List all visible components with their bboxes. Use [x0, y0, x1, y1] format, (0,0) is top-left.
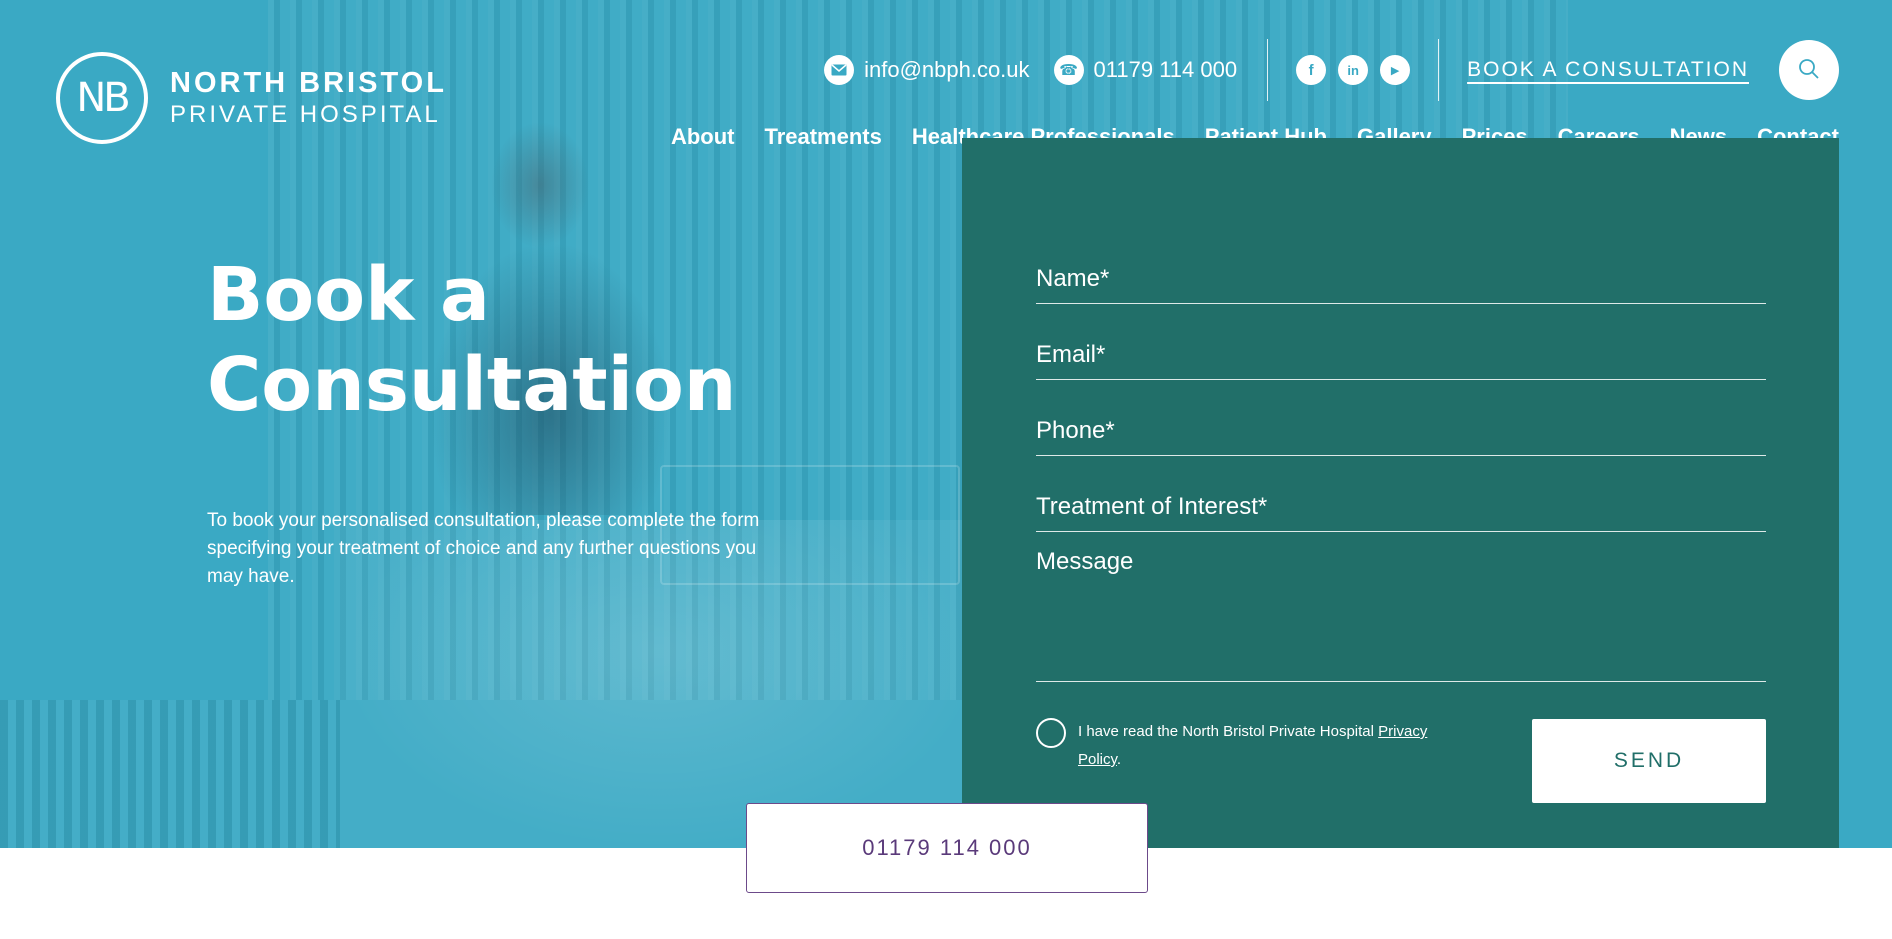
title-line-2: Consultation	[207, 342, 737, 428]
phone-link[interactable]: ☎ 01179 114 000	[1053, 55, 1238, 85]
nav-treatments[interactable]: Treatments	[764, 124, 881, 150]
phone-field[interactable]	[1036, 380, 1766, 455]
logo-line-1: NORTH BRISTOL	[170, 67, 447, 99]
divider	[1438, 39, 1440, 101]
nav-about[interactable]: About	[671, 124, 735, 150]
logo-line-2: PRIVATE HOSPITAL	[170, 101, 441, 128]
email-field-wrapper	[1036, 304, 1766, 380]
top-bar: info@nbph.co.uk ☎ 01179 114 000 f in ▶ B…	[824, 39, 1839, 101]
name-field[interactable]	[1036, 228, 1766, 303]
search-icon	[1798, 58, 1820, 83]
footer-phone-button[interactable]: 01179 114 000	[746, 803, 1148, 893]
treatment-field[interactable]	[1036, 456, 1766, 531]
phone-field-wrapper	[1036, 380, 1766, 456]
privacy-consent: I have read the North Bristol Private Ho…	[1036, 718, 1456, 774]
email-link[interactable]: info@nbph.co.uk	[824, 55, 1030, 85]
treatment-field-wrapper	[1036, 456, 1766, 532]
site-logo[interactable]: NB NORTH BRISTOL PRIVATE HOSPITAL	[56, 52, 447, 144]
logo-mark: NB	[56, 52, 148, 144]
send-button[interactable]: SEND	[1532, 719, 1766, 803]
message-field[interactable]	[1036, 538, 1766, 681]
search-button[interactable]	[1779, 40, 1839, 100]
title-line-1: Book a	[207, 252, 490, 338]
youtube-icon[interactable]: ▶	[1380, 55, 1411, 85]
phone-icon: ☎	[1053, 55, 1084, 85]
email-field[interactable]	[1036, 304, 1766, 379]
email-text: info@nbph.co.uk	[864, 57, 1030, 82]
intro-text: To book your personalised consultation, …	[207, 510, 760, 587]
facebook-icon[interactable]: f	[1296, 55, 1327, 85]
consent-prefix: I have read the North Bristol Private Ho…	[1078, 723, 1379, 740]
page-title: Book a Consultation	[207, 250, 737, 430]
social-links: f in ▶	[1296, 55, 1411, 85]
background-desk	[0, 700, 340, 848]
message-field-wrapper	[1036, 538, 1766, 682]
phone-text: 01179 114 000	[1093, 57, 1238, 82]
book-consultation-link[interactable]: BOOK A CONSULTATION	[1467, 58, 1749, 82]
name-field-wrapper	[1036, 228, 1766, 304]
divider	[1267, 39, 1269, 101]
linkedin-icon[interactable]: in	[1338, 55, 1369, 85]
logo-text: NORTH BRISTOL PRIVATE HOSPITAL	[170, 66, 447, 130]
consultation-form: I have read the North Bristol Private Ho…	[962, 138, 1839, 848]
envelope-icon	[824, 55, 855, 85]
consent-suffix: .	[1116, 751, 1122, 768]
consent-checkbox[interactable]	[1036, 718, 1066, 748]
consent-label: I have read the North Bristol Private Ho…	[1078, 718, 1456, 774]
